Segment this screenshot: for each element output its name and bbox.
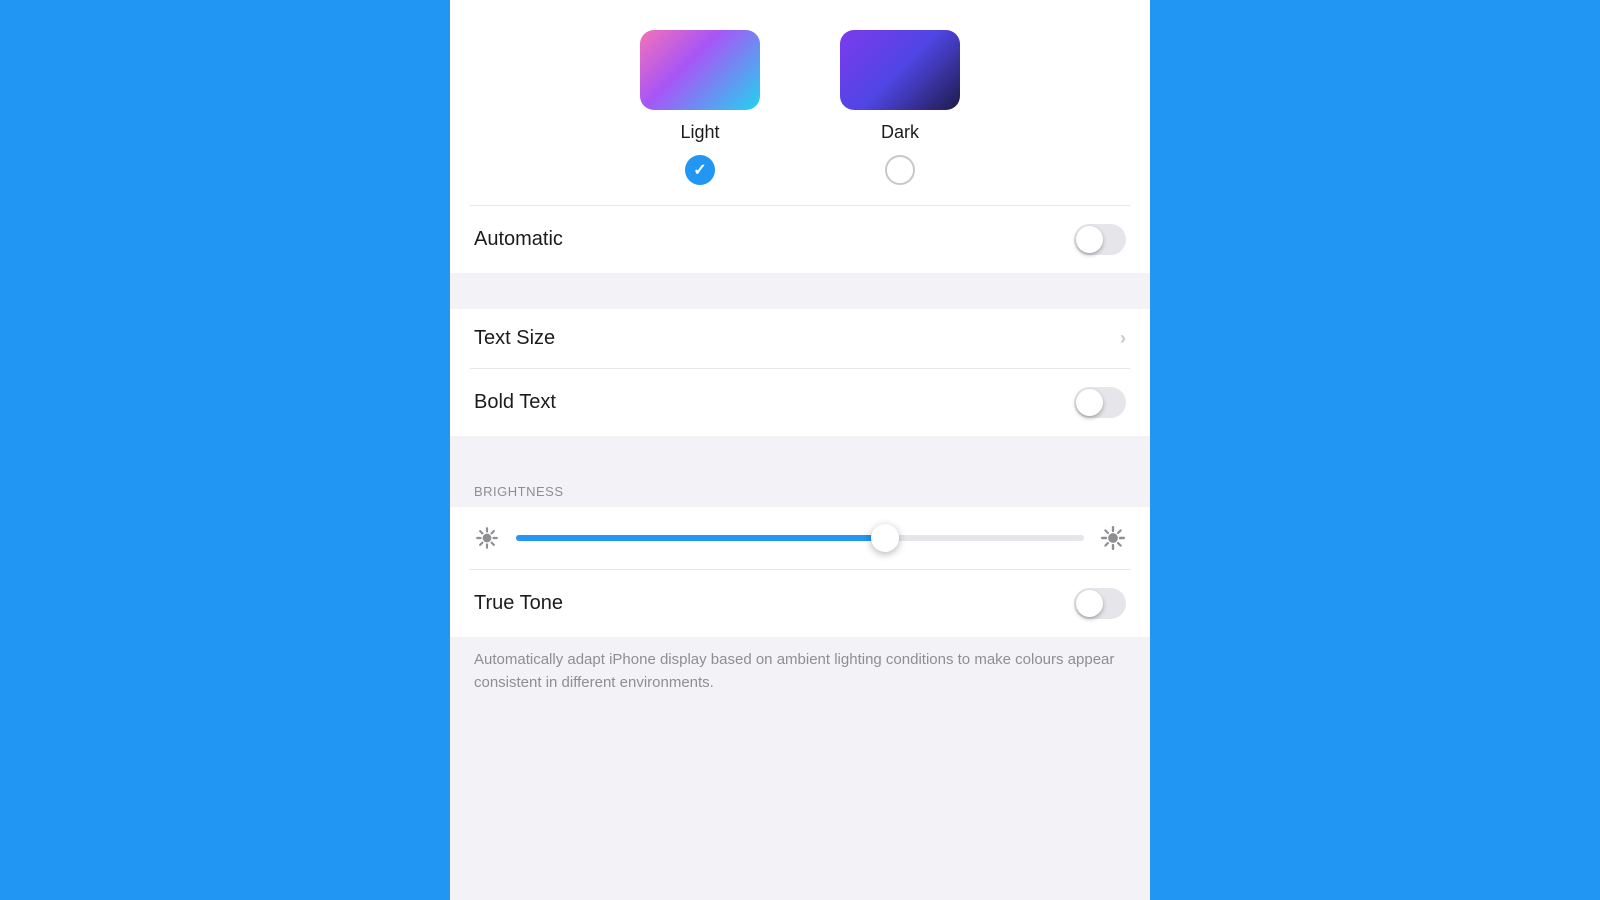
screen: Light ✓ Dark Automatic — [450, 0, 1150, 900]
slider-track — [516, 535, 1084, 541]
appearance-option-dark[interactable]: Dark — [840, 30, 960, 185]
bold-text-label: Bold Text — [474, 391, 556, 414]
appearance-card: Light ✓ Dark Automatic — [450, 0, 1150, 273]
brightness-max-icon — [1100, 525, 1126, 551]
chevron-right-icon: › — [1120, 328, 1126, 349]
automatic-toggle-knob — [1076, 226, 1103, 253]
light-thumbnail — [640, 30, 760, 110]
appearance-option-light[interactable]: Light ✓ — [640, 30, 760, 185]
dark-thumbnail — [840, 30, 960, 110]
brightness-slider[interactable] — [516, 535, 1084, 541]
true-tone-row: True Tone — [450, 570, 1150, 637]
gap-1 — [450, 273, 1150, 309]
true-tone-toggle-knob — [1076, 590, 1103, 617]
light-radio[interactable]: ✓ — [685, 155, 715, 185]
true-tone-label: True Tone — [474, 592, 563, 615]
automatic-label: Automatic — [474, 228, 563, 251]
true-tone-toggle[interactable] — [1074, 588, 1126, 619]
dark-radio[interactable] — [885, 155, 915, 185]
phone-frame: Light ✓ Dark Automatic — [450, 0, 1150, 900]
slider-fill — [516, 535, 885, 541]
text-size-row[interactable]: Text Size › — [450, 309, 1150, 368]
bold-text-toggle[interactable] — [1074, 387, 1126, 418]
true-tone-description: Automatically adapt iPhone display based… — [450, 637, 1150, 706]
appearance-options: Light ✓ Dark — [450, 20, 1150, 205]
brightness-section-label: BRIGHTNESS — [450, 472, 1150, 507]
gap-2 — [450, 436, 1150, 472]
brightness-card: True Tone — [450, 507, 1150, 637]
check-icon: ✓ — [693, 160, 706, 180]
text-settings-card: Text Size › Bold Text — [450, 309, 1150, 436]
bold-text-row: Bold Text — [450, 369, 1150, 436]
brightness-row — [450, 507, 1150, 569]
slider-thumb[interactable] — [871, 524, 899, 552]
bold-text-toggle-knob — [1076, 389, 1103, 416]
automatic-row: Automatic — [450, 206, 1150, 273]
text-size-label: Text Size — [474, 327, 555, 350]
automatic-toggle[interactable] — [1074, 224, 1126, 255]
brightness-min-icon — [474, 525, 500, 551]
dark-label: Dark — [881, 122, 919, 143]
light-label: Light — [680, 122, 719, 143]
